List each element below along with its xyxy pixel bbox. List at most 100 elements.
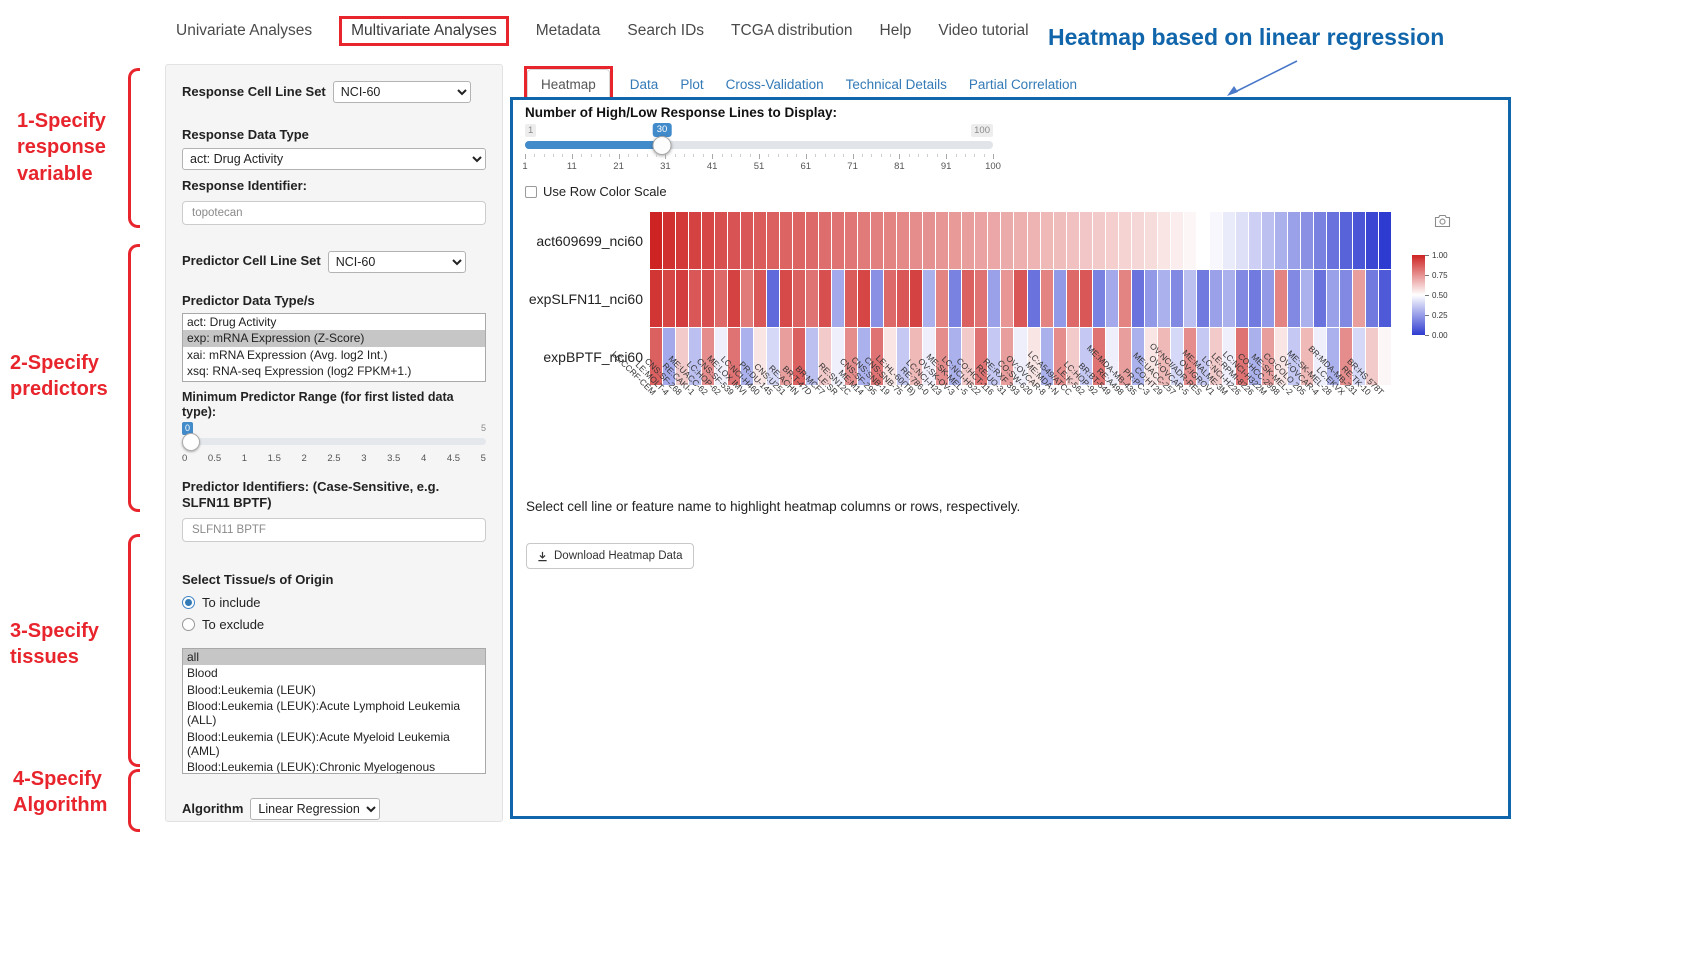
min-predictor-range-label: Minimum Predictor Range (for first liste…	[182, 390, 486, 421]
heatmap-legend-tick	[1425, 275, 1429, 276]
tab-cross-validation[interactable]: Cross-Validation	[715, 69, 835, 100]
min-predictor-range-handle[interactable]	[182, 433, 200, 451]
heatmap-help-note: Select cell line or feature name to high…	[526, 499, 1020, 514]
heatmap-cell	[1353, 270, 1365, 327]
heatmap-cell	[962, 212, 974, 269]
heatmap-cell	[754, 212, 766, 269]
heatmap-row-label-act609699-nci60[interactable]: act609699_nci60	[519, 233, 643, 249]
heatmap-color-legend: 1.000.750.500.250.00	[1412, 255, 1472, 335]
lines-slider-major-tick	[759, 154, 760, 159]
lines-slider-minor-tick	[637, 154, 638, 157]
camera-download-plot-icon[interactable]	[1434, 214, 1451, 233]
annotation-bracket-2	[128, 244, 140, 512]
lines-slider-tick-label-81: 81	[894, 161, 905, 172]
heatmap-cell	[1236, 212, 1248, 269]
heatmap-cell	[1054, 212, 1066, 269]
lines-slider-minor-tick	[843, 154, 844, 157]
heatmap-cell	[1080, 212, 1092, 269]
predictor-cell-line-set-label: Predictor Cell Line Set	[182, 253, 321, 269]
heatmap-annotation-heading: Heatmap based on linear regression	[1048, 24, 1444, 51]
response-identifier-input[interactable]	[182, 201, 486, 225]
predictor-data-type-exp-mrna-expression-z-score[interactable]: exp: mRNA Expression (Z-Score)	[183, 330, 485, 346]
heatmap-cell	[1210, 212, 1222, 269]
min-predictor-range-tick-2: 2	[301, 453, 306, 464]
lines-slider-major-tick	[572, 154, 573, 159]
heatmap-cell	[884, 212, 896, 269]
tissue-exclude-radio[interactable]	[182, 618, 195, 631]
min-predictor-range-track[interactable]	[182, 438, 486, 445]
tab-technical-details[interactable]: Technical Details	[835, 69, 958, 100]
download-icon	[537, 551, 548, 562]
lines-slider-minor-tick	[600, 154, 601, 157]
lines-slider-minor-tick	[787, 154, 788, 157]
heatmap-cell	[949, 212, 961, 269]
lines-slider-grid: 1112131415161718191100	[525, 154, 993, 176]
lines-to-display-slider: 1 100 30 1112131415161718191100	[525, 124, 993, 180]
min-predictor-range-tick-3-5: 3.5	[387, 453, 400, 464]
lines-slider-minor-tick	[581, 154, 582, 157]
lines-slider-major-tick	[993, 154, 994, 159]
annotation-step-1: 1-Specify response variable	[17, 108, 106, 187]
heatmap-cell	[1314, 212, 1326, 269]
heatmap-cell	[1106, 212, 1118, 269]
annotation-bracket-3	[128, 534, 140, 767]
lines-slider-minor-tick	[562, 154, 563, 157]
response-data-type-select[interactable]: act: Drug Activity	[182, 148, 486, 170]
nav-item-univariate-analyses[interactable]: Univariate Analyses	[176, 22, 312, 40]
min-predictor-range-tick-3: 3	[361, 453, 366, 464]
lines-slider-minor-tick	[778, 154, 779, 157]
heatmap-cell	[663, 212, 675, 269]
min-predictor-range-tick-4: 4	[421, 453, 426, 464]
nav-item-help[interactable]: Help	[880, 22, 912, 40]
heatmap-cell	[1093, 212, 1105, 269]
lines-slider-minor-tick	[534, 154, 535, 157]
lines-slider-tick-label-51: 51	[754, 161, 765, 172]
tab-plot[interactable]: Plot	[669, 69, 714, 100]
predictor-cell-line-set-select[interactable]: NCI-60	[328, 251, 466, 273]
nav-item-tcga-distribution[interactable]: TCGA distribution	[731, 22, 852, 40]
tissue-option-blood-leukemia-leuk-acute-lymphoid-leukemia-all[interactable]: Blood:Leukemia (LEUK):Acute Lymphoid Leu…	[183, 698, 485, 729]
heatmap-cell	[1119, 212, 1131, 269]
tissue-option-blood-leukemia-leuk-acute-myeloid-leukemia-aml[interactable]: Blood:Leukemia (LEUK):Acute Myeloid Leuk…	[183, 729, 485, 760]
predictor-data-type-xai-mrna-expression-avg-log2-int[interactable]: xai: mRNA Expression (Avg. log2 Int.)	[183, 347, 485, 363]
download-heatmap-data-button[interactable]: Download Heatmap Data	[526, 543, 694, 569]
lines-slider-tick-label-91: 91	[941, 161, 952, 172]
min-predictor-range-tick-2-5: 2.5	[327, 453, 340, 464]
predictor-identifiers-input[interactable]	[182, 518, 486, 542]
tissue-include-radio[interactable]	[182, 596, 195, 609]
tab-partial-correlation[interactable]: Partial Correlation	[958, 69, 1088, 100]
use-row-color-scale-checkbox[interactable]	[525, 186, 537, 198]
heatmap-cell	[1184, 212, 1196, 269]
heatmap-color-legend-bar	[1412, 255, 1425, 335]
lines-slider-minor-tick	[628, 154, 629, 157]
predictor-data-types-label: Predictor Data Type/s	[182, 293, 486, 309]
algorithm-select[interactable]: Linear Regression	[250, 798, 380, 820]
predictor-data-type-act-drug-activity[interactable]: act: Drug Activity	[183, 314, 485, 330]
tissue-origin-listbox: allBloodBlood:Leukemia (LEUK)Blood:Leuke…	[182, 648, 486, 774]
lines-slider-handle[interactable]	[653, 136, 672, 155]
heatmap-cell	[1014, 212, 1026, 269]
lines-slider-minor-tick	[731, 154, 732, 157]
tissue-option-blood[interactable]: Blood	[183, 665, 485, 681]
response-cell-line-set-select[interactable]: NCI-60	[333, 81, 471, 103]
tab-heatmap[interactable]: Heatmap	[527, 69, 610, 100]
heatmap-cell	[741, 212, 753, 269]
lines-slider-minor-tick	[825, 154, 826, 157]
nav-item-multivariate-analyses[interactable]: Multivariate Analyses	[339, 16, 509, 46]
lines-slider-max-label: 100	[971, 124, 993, 137]
heatmap-legend-tick	[1425, 315, 1429, 316]
lines-slider-minor-tick	[974, 154, 975, 157]
heatmap-cell	[871, 212, 883, 269]
nav-item-metadata[interactable]: Metadata	[536, 22, 601, 40]
nav-item-search-ids[interactable]: Search IDs	[627, 22, 704, 40]
tab-data[interactable]: Data	[619, 69, 670, 100]
nav-item-video-tutorial[interactable]: Video tutorial	[938, 22, 1028, 40]
tissue-option-all[interactable]: all	[183, 649, 485, 665]
annotation-step-2: 2-Specify predictors	[10, 350, 108, 403]
tissue-option-blood-leukemia-leuk[interactable]: Blood:Leukemia (LEUK)	[183, 682, 485, 698]
min-predictor-range-slider: 0 5 00.511.522.533.544.55	[182, 425, 486, 471]
predictor-data-type-xsq-rna-seq-expression-log2-fpkm-1[interactable]: xsq: RNA-seq Expression (log2 FPKM+1.)	[183, 363, 485, 379]
tissue-option-blood-leukemia-leuk-chronic-myelogenous-leukemia-cml[interactable]: Blood:Leukemia (LEUK):Chronic Myelogenou…	[183, 759, 485, 773]
algorithm-label: Algorithm	[182, 801, 243, 817]
heatmap-cell	[1340, 212, 1352, 269]
